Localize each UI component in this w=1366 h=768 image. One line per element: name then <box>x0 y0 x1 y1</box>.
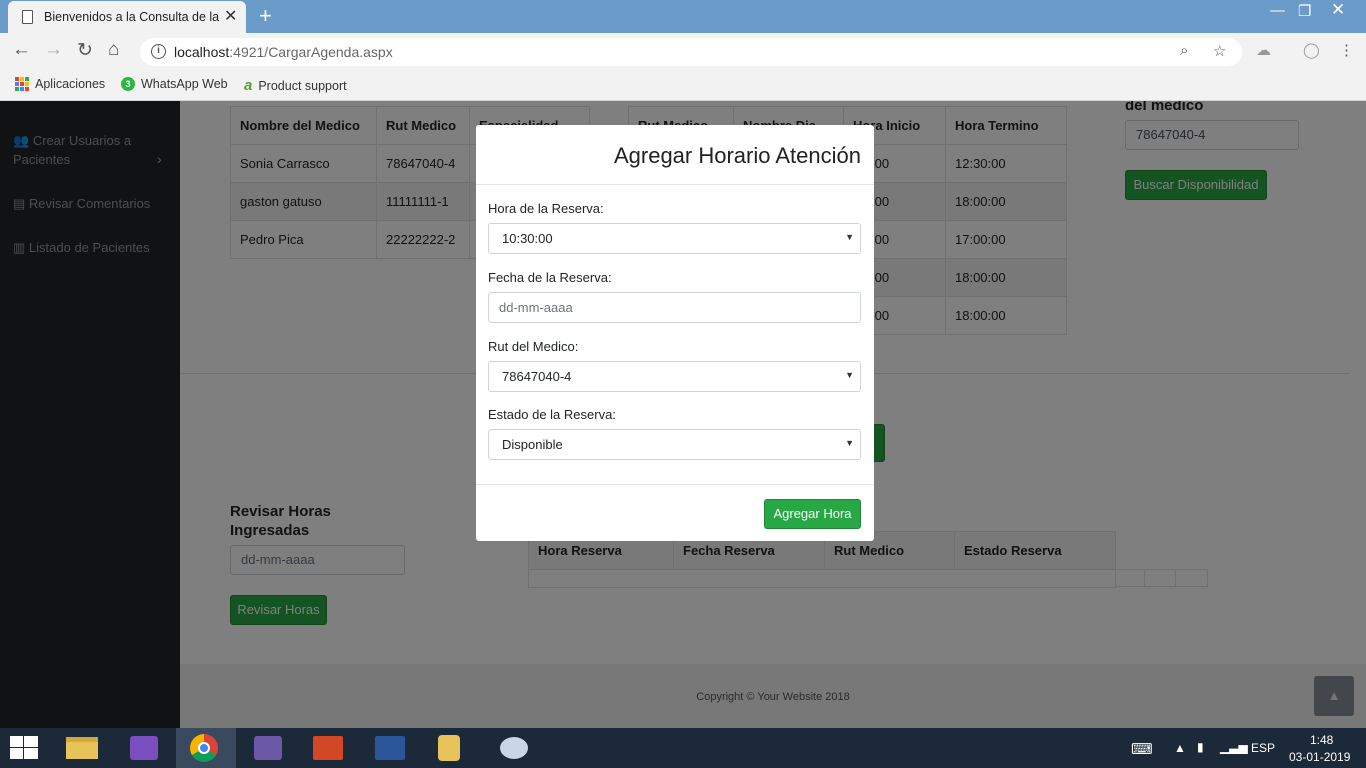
show-hidden-icons-icon[interactable]: ▲ <box>1174 741 1186 755</box>
bookmarks-bar: Aplicaciones 3 WhatsApp Web a Product su… <box>0 71 1366 101</box>
word-icon[interactable] <box>360 728 420 768</box>
language-indicator[interactable]: ESP <box>1251 741 1275 755</box>
url-text: localhost:4921/CargarAgenda.aspx <box>174 44 393 60</box>
close-window-icon[interactable]: ✕ <box>1331 0 1345 20</box>
dropdown-caret-icon: ▼ <box>845 232 854 242</box>
browser-tab[interactable]: Bienvenidos a la Consulta de la D ✕ <box>8 1 246 33</box>
hora-label: Hora de la Reserva: <box>488 201 604 216</box>
estado-select[interactable]: Disponible ▼ <box>488 429 861 460</box>
bookmark-product-support[interactable]: a Product support <box>244 77 347 94</box>
zoom-icon[interactable]: ⌕ <box>1180 42 1188 59</box>
hora-select[interactable]: 10:30:00 ▼ <box>488 223 861 254</box>
browser-titlebar: Bienvenidos a la Consulta de la D ✕ + — … <box>0 0 1366 33</box>
network-icon[interactable]: ▁▃▅ <box>1220 740 1248 754</box>
restore-icon[interactable]: ❐ <box>1298 2 1311 20</box>
visual-studio-icon[interactable] <box>238 728 298 768</box>
chrome-icon[interactable] <box>176 728 236 768</box>
file-explorer-icon[interactable] <box>52 728 112 768</box>
rut-select[interactable]: 78647040-4 ▼ <box>488 361 861 392</box>
info-icon[interactable]: i <box>151 44 166 59</box>
estado-label: Estado de la Reserva: <box>488 407 616 422</box>
tab-title: Bienvenidos a la Consulta de la D <box>44 10 222 24</box>
dropdown-caret-icon: ▼ <box>845 438 854 448</box>
fecha-label: Fecha de la Reserva: <box>488 270 612 285</box>
apps-grid-icon <box>15 77 29 91</box>
product-support-icon: a <box>244 77 253 94</box>
modal-footer: Agregar Hora <box>476 484 874 541</box>
browser-toolbar: ← → ↻ ⌂ i localhost:4921/CargarAgenda.as… <box>0 33 1366 71</box>
modal-header: Agregar Horario Atención <box>476 125 874 185</box>
fecha-input[interactable]: dd-mm-aaaa <box>488 292 861 323</box>
new-tab-icon[interactable]: + <box>259 3 272 29</box>
menu-icon[interactable]: ⋮ <box>1339 41 1354 59</box>
dropdown-caret-icon: ▼ <box>845 370 854 380</box>
agregar-hora-button[interactable]: Agregar Hora <box>764 499 861 529</box>
database-tools-icon[interactable] <box>422 728 482 768</box>
modal-title: Agregar Horario Atención <box>613 143 861 168</box>
web-page: 👥 Crear Usuarios a Pacientes › ▤ Revisar… <box>0 101 1366 728</box>
battery-icon[interactable]: ▮ <box>1197 740 1204 754</box>
address-bar[interactable]: i localhost:4921/CargarAgenda.aspx ⌕ ☆ <box>140 38 1242 66</box>
close-tab-icon[interactable]: ✕ <box>224 6 237 26</box>
windows-start-icon[interactable] <box>10 736 38 760</box>
profile-icon[interactable]: ◯ <box>1303 41 1320 59</box>
whatsapp-icon: 3 <box>121 77 135 91</box>
add-schedule-modal: Agregar Horario Atención Hora de la Rese… <box>476 125 874 541</box>
clock-time[interactable]: 1:48 <box>1310 733 1333 747</box>
rut-label: Rut del Medico: <box>488 339 579 354</box>
powerpoint-icon[interactable] <box>298 728 358 768</box>
paint-icon[interactable] <box>484 728 544 768</box>
cloud-icon[interactable]: ☁ <box>1256 41 1271 59</box>
reload-icon[interactable]: ↻ <box>77 39 93 62</box>
back-icon[interactable]: ← <box>12 39 31 61</box>
bookmark-star-icon[interactable]: ☆ <box>1213 42 1226 60</box>
visual-studio-icon[interactable] <box>114 728 174 768</box>
keyboard-icon[interactable]: ⌨ <box>1131 740 1153 758</box>
document-icon <box>22 10 33 24</box>
windows-taskbar: ⌨ ▲ ▮ ▁▃▅ ESP 1:48 03-01-2019 <box>0 728 1366 768</box>
minimize-icon[interactable]: — <box>1270 2 1285 19</box>
forward-icon[interactable]: → <box>44 39 63 61</box>
home-icon[interactable]: ⌂ <box>108 39 119 61</box>
clock-date[interactable]: 03-01-2019 <box>1289 750 1350 764</box>
bookmark-apps[interactable]: Aplicaciones <box>15 77 105 91</box>
bookmark-whatsapp[interactable]: 3 WhatsApp Web <box>121 77 228 91</box>
